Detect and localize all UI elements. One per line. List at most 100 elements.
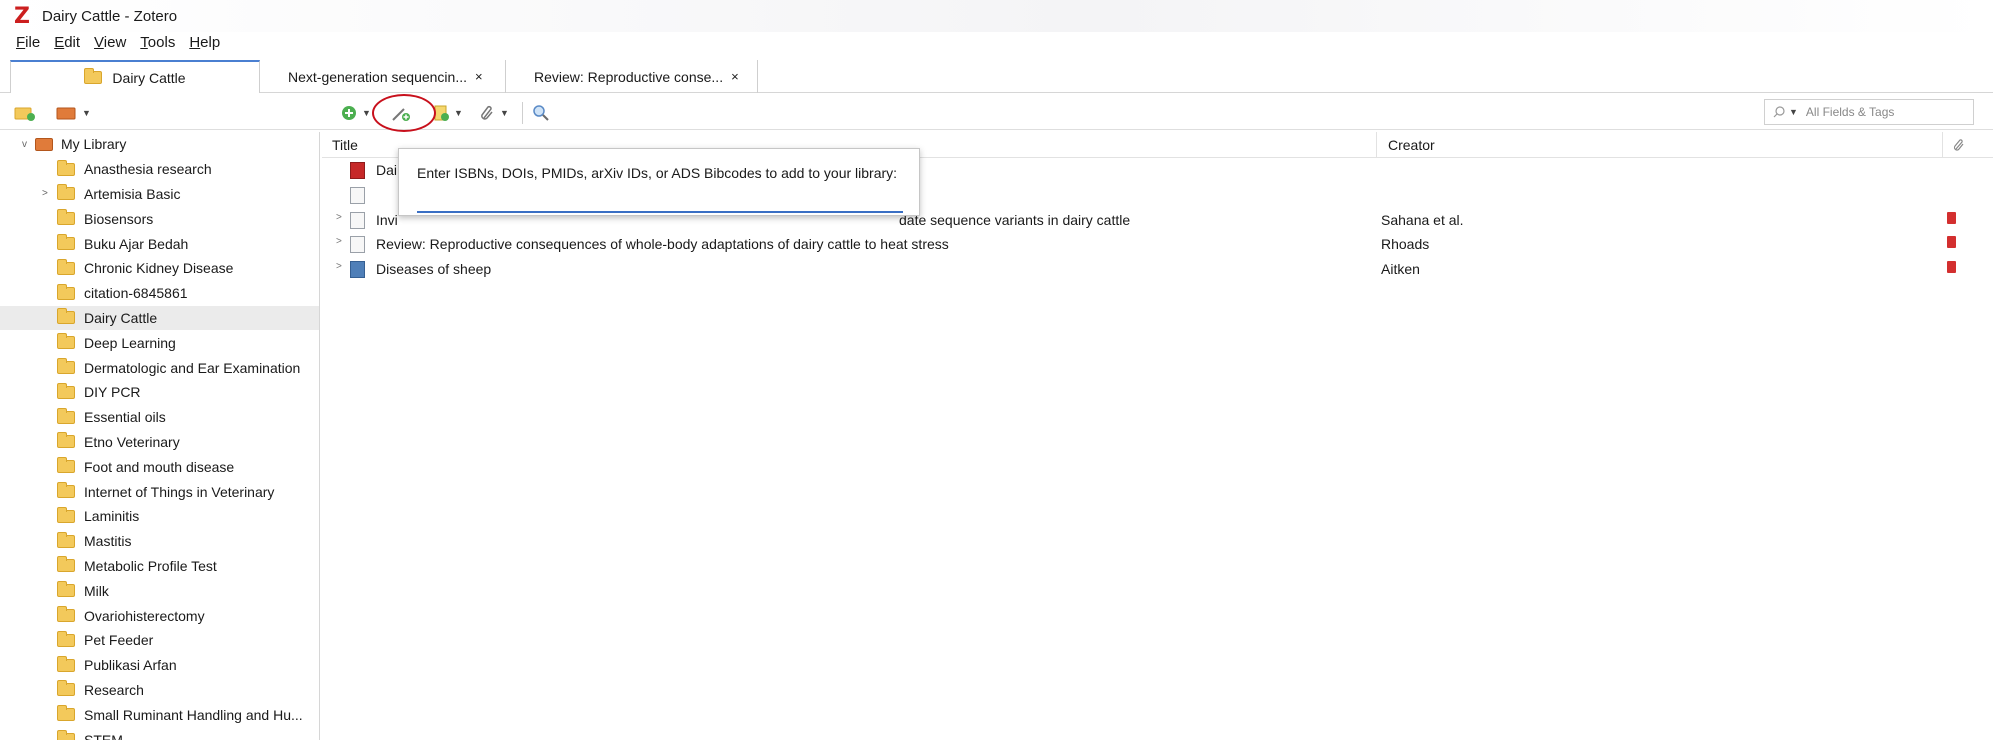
tab-label: Review: Reproductive conse... (534, 68, 724, 85)
chevron-down-icon[interactable]: ▼ (1789, 107, 1798, 117)
collection-item[interactable]: Chronic Kidney Disease (0, 256, 319, 281)
menu-help[interactable]: Help (189, 34, 220, 58)
folder-icon (57, 432, 75, 449)
collection-label: Internet of Things in Veterinary (84, 483, 275, 500)
tab-dairy-cattle[interactable]: Dairy Cattle (10, 60, 260, 93)
add-by-identifier-popup: Enter ISBNs, DOIs, PMIDs, arXiv IDs, or … (398, 148, 920, 216)
library-root[interactable]: v My Library (0, 132, 319, 157)
collection-label: Laminitis (84, 508, 140, 525)
collection-item[interactable]: Metabolic Profile Test (0, 554, 319, 579)
tab-bar: Dairy Cattle Next-generation sequencin..… (0, 60, 1993, 93)
collection-item[interactable]: Mastitis (0, 529, 319, 554)
column-creator[interactable]: Creator (1388, 137, 1435, 153)
pdf-icon (350, 162, 365, 179)
chevron-right-icon[interactable]: > (42, 188, 48, 199)
chevron-down-icon: ▼ (362, 108, 371, 118)
folder-icon (57, 581, 75, 598)
menu-edit[interactable]: Edit (54, 34, 80, 58)
menu-file[interactable]: File (16, 34, 40, 58)
collection-item[interactable]: DIY PCR (0, 380, 319, 405)
folder-icon (57, 457, 75, 474)
table-row[interactable]: > Review: Reproductive consequences of w… (322, 232, 1993, 257)
collection-item[interactable]: Etno Veterinary (0, 430, 319, 455)
folder-icon (57, 655, 75, 672)
collection-label: Metabolic Profile Test (84, 557, 217, 574)
new-item-button[interactable]: ▼ (340, 102, 371, 124)
collection-label: citation-6845861 (84, 285, 188, 302)
folder-icon (57, 531, 75, 548)
plus-circle-icon (342, 106, 356, 120)
collection-label: Biosensors (84, 210, 154, 227)
collection-item[interactable]: citation-6845861 (0, 281, 319, 306)
item-title-tail: date sequence variants in dairy cattle (899, 211, 1131, 228)
collection-item[interactable]: Buku Ajar Bedah (0, 231, 319, 256)
menu-tools[interactable]: Tools (140, 34, 175, 58)
tab-next-generation[interactable]: Next-generation sequencin... × (262, 60, 506, 93)
collection-label: Pet Feeder (84, 632, 154, 649)
chevron-down-icon[interactable]: v (22, 139, 27, 150)
folder-icon (57, 333, 75, 350)
collection-label: Publikasi Arfan (84, 657, 177, 674)
collection-item[interactable]: Deep Learning (0, 330, 319, 355)
folder-icon (57, 606, 75, 623)
new-library-button[interactable]: ▼ (56, 102, 91, 124)
collection-item[interactable]: Biosensors (0, 206, 319, 231)
folder-icon (57, 482, 75, 499)
collection-item[interactable]: Anasthesia research (0, 157, 319, 182)
collections-pane: v My Library Anasthesia research > Artemi… (0, 132, 320, 740)
item-title: Diseases of sheep (376, 261, 492, 278)
chevron-right-icon[interactable]: > (336, 261, 342, 272)
window-title: Dairy Cattle - Zotero (42, 7, 178, 25)
search-icon (1773, 106, 1785, 118)
items-pane: Title Creator Dai > Invi date sequence v… (322, 132, 1993, 740)
column-divider[interactable] (1942, 132, 1943, 158)
collection-item[interactable]: Foot and mouth disease (0, 454, 319, 479)
collection-label: Small Ruminant Handling and Hu... (84, 706, 303, 723)
advanced-search-button[interactable] (532, 102, 550, 124)
folder-icon (84, 68, 103, 84)
collection-item[interactable]: Pet Feeder (0, 628, 319, 653)
new-collection-button[interactable] (14, 102, 36, 124)
collection-item[interactable]: STEM (0, 727, 319, 740)
collection-item[interactable]: > Artemisia Basic (0, 182, 319, 207)
pdf-attachment-icon[interactable] (1947, 211, 1956, 224)
toolbar-divider (522, 102, 523, 124)
search-field[interactable]: ▼ All Fields & Tags (1764, 99, 1974, 125)
close-icon[interactable]: × (475, 69, 483, 84)
collection-label: Deep Learning (84, 334, 176, 351)
tab-review[interactable]: Review: Reproductive conse... × (508, 60, 758, 93)
collection-item[interactable]: Research (0, 678, 319, 703)
library-icon (56, 107, 76, 120)
folder-icon (57, 680, 75, 697)
chevron-right-icon[interactable]: > (336, 236, 342, 247)
collection-item[interactable]: Publikasi Arfan (0, 653, 319, 678)
collection-item[interactable]: Ovariohisterectomy (0, 603, 319, 628)
menu-bar: File Edit View Tools Help (0, 34, 220, 58)
column-title[interactable]: Title (332, 137, 358, 153)
collection-item[interactable]: Small Ruminant Handling and Hu... (0, 702, 319, 727)
identifier-input[interactable] (417, 189, 903, 213)
menu-view[interactable]: View (94, 34, 126, 58)
attachment-column-icon[interactable] (1952, 138, 1966, 152)
collection-label: Research (84, 681, 144, 698)
document-icon (350, 186, 365, 204)
new-note-button[interactable]: ▼ (432, 102, 463, 124)
collection-item[interactable]: Essential oils (0, 405, 319, 430)
tab-label: Dairy Cattle (112, 69, 186, 86)
collection-item[interactable]: Internet of Things in Veterinary (0, 479, 319, 504)
item-creator: Aitken (1381, 261, 1420, 278)
close-icon[interactable]: × (731, 69, 739, 84)
collection-item-selected[interactable]: Dairy Cattle (0, 305, 319, 331)
column-divider[interactable] (1376, 132, 1377, 158)
collection-item[interactable]: Laminitis (0, 504, 319, 529)
folder-icon (57, 283, 75, 300)
pdf-attachment-icon[interactable] (1947, 261, 1956, 274)
table-row[interactable]: > Diseases of sheep Aitken (322, 257, 1993, 282)
add-attachment-button[interactable]: ▼ (478, 102, 509, 124)
collection-label: Buku Ajar Bedah (84, 235, 189, 252)
pdf-attachment-icon[interactable] (1947, 236, 1956, 249)
collection-item[interactable]: Milk (0, 578, 319, 603)
collection-item[interactable]: Dermatologic and Ear Examination (0, 355, 319, 380)
folder-icon (57, 159, 75, 176)
chevron-right-icon[interactable]: > (336, 212, 342, 223)
